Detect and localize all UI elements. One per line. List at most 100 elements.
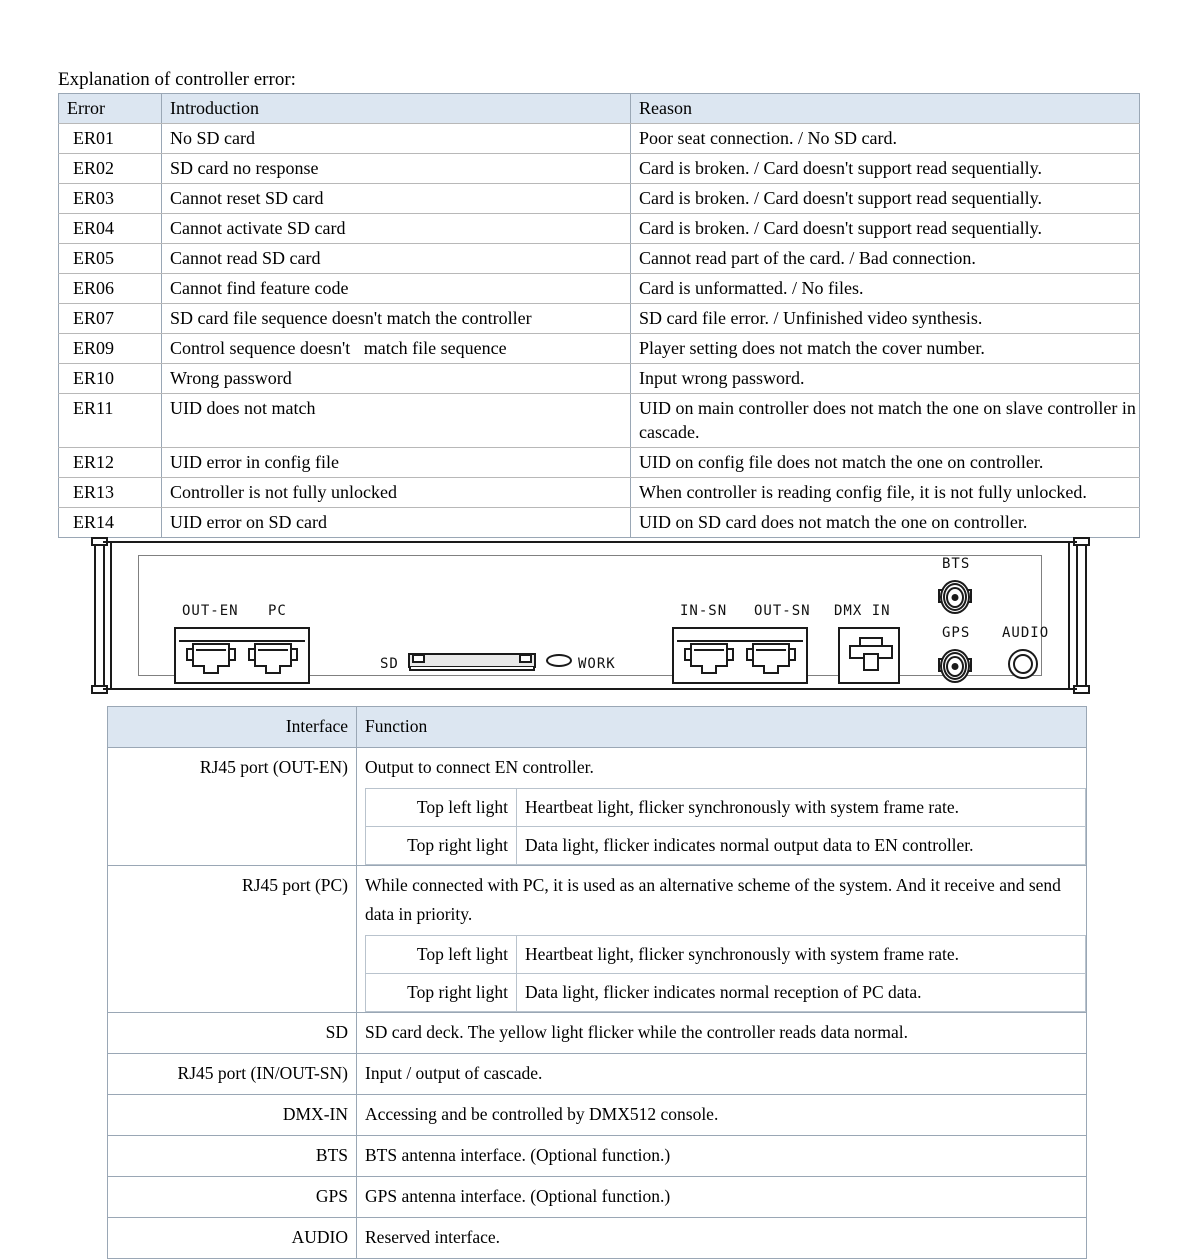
error-reason-cell: Card is broken. / Card doesn't support r…: [630, 183, 1140, 214]
error-code-cell: ER12: [58, 447, 162, 478]
error-reason-cell: UID on config file does not match the on…: [630, 447, 1140, 478]
indicator-light-subtable: Top left light Heartbeat light, flicker s…: [365, 935, 1086, 1012]
dmx-shape-stem: [863, 653, 879, 671]
interface-function-cell: While connected with PC, it is used as a…: [356, 865, 1087, 1013]
error-table-header-row: Error Introduction Reason: [58, 93, 1140, 124]
error-introduction-cell: Cannot read SD card: [161, 243, 631, 274]
error-code-cell: ER09: [58, 333, 162, 364]
indicator-light-row: Top left light Heartbeat light, flicker s…: [365, 935, 1086, 974]
interface-function-cell: Reserved interface.: [356, 1217, 1087, 1259]
error-introduction-cell: SD card file sequence doesn't match the …: [161, 303, 631, 334]
indicator-light-row: Top right light Data light, flicker indic…: [365, 973, 1086, 1012]
error-introduction-cell: Cannot find feature code: [161, 273, 631, 304]
table-row: BTS BTS antenna interface. (Optional func…: [107, 1135, 1087, 1177]
interface-function-table: Interface Function RJ45 port (OUT-EN) Out…: [107, 706, 1087, 1259]
rj45-port-in-sn[interactable]: [684, 643, 734, 675]
error-reason-cell: Player setting does not match the cover …: [630, 333, 1140, 364]
label-gps: GPS: [942, 625, 971, 641]
table-row: ER04 Cannot activate SD card Card is broke…: [58, 213, 1140, 244]
label-audio: AUDIO: [1002, 625, 1050, 641]
indicator-light-label: Top right light: [365, 826, 517, 865]
table-row: ER12 UID error in config file UID on confi…: [58, 447, 1140, 478]
error-code-cell: ER07: [58, 303, 162, 334]
rack-mount-ear-right: [1069, 533, 1092, 698]
sd-card-slot[interactable]: [408, 653, 536, 671]
label-sd: SD: [380, 656, 399, 672]
label-out-sn: OUT-SN: [754, 603, 811, 619]
error-reason-cell: Card is broken. / Card doesn't support r…: [630, 213, 1140, 244]
interface-name-cell: SD: [107, 1012, 357, 1054]
table-row: DMX-IN Accessing and be controlled by DMX…: [107, 1094, 1087, 1136]
sd-slot-base: [409, 667, 535, 671]
table-row: RJ45 port (IN/OUT-SN) Input / output of c…: [107, 1053, 1087, 1095]
rj45-port-out-en[interactable]: [186, 643, 236, 675]
coax-center-pin: [951, 663, 959, 670]
indicator-light-description: Data light, flicker indicates normal out…: [516, 826, 1086, 865]
error-table-title: Explanation of controller error:: [58, 69, 296, 90]
rj45-block-in-out-sn[interactable]: [672, 627, 808, 684]
error-introduction-cell: No SD card: [161, 123, 631, 154]
error-reason-cell: Poor seat connection. / No SD card.: [630, 123, 1140, 154]
bts-antenna-connector[interactable]: [938, 577, 972, 617]
rj45-port-out-sn[interactable]: [746, 643, 796, 675]
indicator-light-label: Top right light: [365, 973, 517, 1012]
interface-table-header-function: Function: [356, 706, 1087, 748]
error-table-body: ER01 No SD card Poor seat connection. / No…: [58, 123, 1140, 538]
error-introduction-cell: Cannot reset SD card: [161, 183, 631, 214]
error-reason-cell: Card is unformatted. / No files.: [630, 273, 1140, 304]
indicator-light-label: Top left light: [365, 935, 517, 974]
indicator-light-row: Top left light Heartbeat light, flicker s…: [365, 788, 1086, 827]
audio-jack-connector[interactable]: [1008, 649, 1038, 679]
interface-function-cell: Accessing and be controlled by DMX512 co…: [356, 1094, 1087, 1136]
error-reason-cell: When controller is reading config file, …: [630, 477, 1140, 508]
table-row: SD SD card deck. The yellow light flicker…: [107, 1012, 1087, 1054]
error-reason-cell: Cannot read part of the card. / Bad conn…: [630, 243, 1140, 274]
controller-front-panel-diagram: OUT-EN PC SD WORK IN-SN OUT-SN DMX IN BT…: [88, 533, 1092, 698]
gps-antenna-connector[interactable]: [938, 646, 972, 686]
error-code-cell: ER05: [58, 243, 162, 274]
interface-name-cell: DMX-IN: [107, 1094, 357, 1136]
rj45-port-pc[interactable]: [248, 643, 298, 675]
label-out-en: OUT-EN: [182, 603, 239, 619]
error-reason-cell: UID on main controller does not match th…: [630, 393, 1140, 448]
ear-bar: [1076, 539, 1087, 692]
indicator-light-description: Data light, flicker indicates normal rec…: [516, 973, 1086, 1012]
interface-name-cell: GPS: [107, 1176, 357, 1218]
error-reason-cell: Input wrong password.: [630, 363, 1140, 394]
table-row: ER03 Cannot reset SD card Card is broken. …: [58, 183, 1140, 214]
rj45-clip: [265, 665, 281, 674]
dmx-connector-shape: [849, 637, 893, 671]
indicator-light-subtable: Top left light Heartbeat light, flicker s…: [365, 788, 1086, 865]
error-introduction-cell: UID error in config file: [161, 447, 631, 478]
error-table-header-introduction: Introduction: [161, 93, 631, 124]
rj45-slot-line: [196, 649, 226, 657]
error-introduction-cell: SD card no response: [161, 153, 631, 184]
error-code-cell: ER02: [58, 153, 162, 184]
error-introduction-cell: UID does not match: [161, 393, 631, 448]
error-code-cell: ER01: [58, 123, 162, 154]
panel-faceplate: OUT-EN PC SD WORK IN-SN OUT-SN DMX IN BT…: [110, 541, 1070, 690]
error-code-cell: ER04: [58, 213, 162, 244]
error-reason-cell: SD card file error. / Unfinished video s…: [630, 303, 1140, 334]
interface-name-cell: BTS: [107, 1135, 357, 1177]
error-code-cell: ER13: [58, 477, 162, 508]
audio-jack-inner-ring: [1013, 654, 1033, 674]
interface-name-cell: RJ45 port (IN/OUT-SN): [107, 1053, 357, 1095]
rj45-block-out-en-pc[interactable]: [174, 627, 310, 684]
rj45-clip: [203, 665, 219, 674]
indicator-light-row: Top right light Data light, flicker indic…: [365, 826, 1086, 865]
error-introduction-cell: Control sequence doesn't match file sequ…: [161, 333, 631, 364]
table-row: AUDIO Reserved interface.: [107, 1217, 1087, 1259]
rack-mount-ear-left: [88, 533, 111, 698]
error-code-cell: ER10: [58, 363, 162, 394]
rj45-slot-line: [756, 649, 786, 657]
interface-function-cell: BTS antenna interface. (Optional functio…: [356, 1135, 1087, 1177]
table-row: GPS GPS antenna interface. (Optional func…: [107, 1176, 1087, 1218]
rj45-slot-line: [694, 649, 724, 657]
table-row: RJ45 port (OUT-EN) Output to connect EN c…: [107, 747, 1087, 866]
interface-name-cell: RJ45 port (OUT-EN): [107, 747, 357, 866]
dmx-in-port[interactable]: [838, 627, 900, 684]
error-introduction-cell: Controller is not fully unlocked: [161, 477, 631, 508]
interface-name-cell: RJ45 port (PC): [107, 865, 357, 1013]
work-indicator-led: [546, 654, 572, 667]
